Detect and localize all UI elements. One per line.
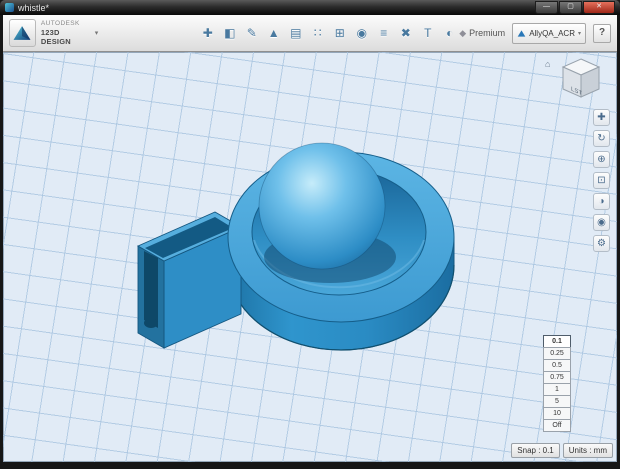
help-button[interactable]: ? (593, 23, 611, 43)
sketch-icon: ✎ (246, 26, 257, 40)
grouping-icon: ⊞ (334, 26, 345, 40)
account-logo-icon (517, 29, 526, 37)
nav-toolbar: ✚ ↻ ⊕ ⊡ ◑ ◉ ⚙ (593, 109, 610, 252)
view-cube[interactable]: ⌂ LST (545, 57, 603, 99)
material-icon: ◐ (446, 26, 454, 40)
combine-tool-button[interactable]: ◉ (352, 24, 371, 43)
model-whistle[interactable] (3, 52, 617, 462)
app-menu[interactable]: AUTODESK 123D DESIGN ▾ (9, 19, 98, 47)
autodesk-logo-icon (9, 19, 36, 47)
visibility-button[interactable]: ◉ (593, 214, 610, 231)
material-tool-button[interactable]: ◐ (440, 24, 459, 43)
premium-label: Premium (469, 28, 506, 38)
orbit-button[interactable]: ↻ (593, 130, 610, 147)
premium-icon: ◆ (459, 27, 467, 38)
snap-icon: ≡ (380, 26, 388, 40)
settings-button[interactable]: ⚙ (593, 235, 610, 252)
pattern-icon: ∷ (313, 26, 322, 40)
primitives-tool-button[interactable]: ◧ (220, 24, 239, 43)
main-menu-chevron-icon[interactable]: ▾ (95, 29, 99, 37)
units-status-button[interactable]: Units : mm (562, 443, 613, 458)
snap-options-menu: 0.1 0.25 0.5 0.75 1 5 10 Off (543, 335, 571, 432)
modify-tool-button[interactable]: ▤ (286, 24, 305, 43)
viewport[interactable]: ⌂ LST ✚ ↻ ⊕ ⊡ ◑ ◉ ⚙ 0.1 0.25 0.5 0.75 1 … (3, 52, 617, 462)
visibility-icon: ◉ (597, 217, 606, 228)
construct-icon: ▲ (267, 26, 280, 40)
account-chevron-icon: ▾ (577, 30, 581, 37)
grouping-tool-button[interactable]: ⊞ (330, 24, 349, 43)
snap-option-off[interactable]: Off (543, 419, 571, 432)
sphere[interactable] (258, 142, 386, 270)
modify-icon: ▤ (290, 26, 302, 40)
snap-status-button[interactable]: Snap : 0.1 (511, 443, 560, 458)
brand-line2: 123D DESIGN (40, 27, 71, 46)
delete-tool-button[interactable]: ✖ (396, 24, 415, 43)
transform-icon: ✚ (202, 26, 213, 40)
zoom-button[interactable]: ⊕ (593, 151, 610, 168)
close-button[interactable]: ✕ (583, 1, 615, 14)
text-tool-button[interactable]: T (418, 24, 437, 43)
window-title: whistle* (18, 2, 50, 13)
titlebar[interactable]: whistle* — ▢ ✕ (0, 0, 620, 15)
app-icon (5, 3, 14, 12)
maximize-button[interactable]: ▢ (559, 1, 582, 14)
shading-button[interactable]: ◑ (593, 193, 610, 210)
sketch-tool-button[interactable]: ✎ (242, 24, 261, 43)
orbit-icon: ↻ (597, 133, 606, 144)
toolbar-right: ◆ Premium AllyQA_ACR ▾ ? (459, 22, 611, 44)
tool-row: ✚ ◧ ✎ ▲ ▤ ∷ ⊞ ◉ ≡ ✖ T ◐ (198, 24, 459, 43)
pan-button[interactable]: ✚ (593, 109, 610, 126)
account-dropdown[interactable]: AllyQA_ACR ▾ (512, 22, 586, 44)
construct-tool-button[interactable]: ▲ (264, 24, 283, 43)
app-window: whistle* — ▢ ✕ AUTODESK 123D DESIGN ▾ ✚ … (0, 0, 620, 469)
snap-tool-button[interactable]: ≡ (374, 24, 393, 43)
view-cube-graphic[interactable]: LST (559, 57, 603, 99)
fit-button[interactable]: ⊡ (593, 172, 610, 189)
minimize-button[interactable]: — (535, 1, 558, 14)
clip-bracket[interactable] (137, 211, 242, 349)
window-controls: — ▢ ✕ (535, 1, 615, 14)
transform-tool-button[interactable]: ✚ (198, 24, 217, 43)
shading-icon: ◑ (598, 196, 605, 207)
fit-icon: ⊡ (597, 175, 606, 186)
combine-icon: ◉ (356, 26, 367, 40)
settings-icon: ⚙ (597, 238, 606, 249)
account-label: AllyQA_ACR (529, 28, 575, 38)
premium-button[interactable]: ◆ Premium (459, 28, 505, 39)
zoom-icon: ⊕ (597, 154, 606, 165)
pan-icon: ✚ (597, 112, 606, 123)
delete-icon: ✖ (400, 26, 411, 40)
main-toolbar: AUTODESK 123D DESIGN ▾ ✚ ◧ ✎ ▲ ▤ ∷ ⊞ ◉ ≡… (3, 15, 617, 52)
home-icon[interactable]: ⌂ (545, 59, 550, 69)
brand-line1: AUTODESK (40, 20, 80, 28)
status-bar: Snap : 0.1 Units : mm (511, 443, 613, 458)
primitives-icon: ◧ (224, 26, 236, 40)
text-icon: T (424, 26, 432, 40)
brand-text: AUTODESK 123D DESIGN (41, 20, 90, 46)
pattern-tool-button[interactable]: ∷ (308, 24, 327, 43)
